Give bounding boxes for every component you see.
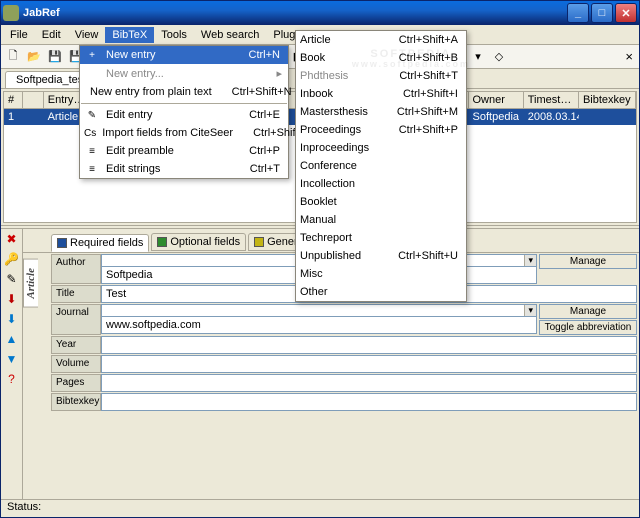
window-title: JabRef	[23, 7, 567, 19]
status-bar: Status:	[1, 499, 639, 517]
extra-icon[interactable]: ◇	[489, 47, 509, 67]
tab-required-fields[interactable]: Required fields	[51, 234, 149, 252]
tab-optional-fields[interactable]: Optional fields	[151, 233, 246, 251]
type-menu-phdthesis[interactable]: PhdthesisCtrl+Shift+T	[296, 67, 466, 85]
type-menu-manual[interactable]: Manual	[296, 211, 466, 229]
cell[interactable]: Softpedia	[469, 109, 524, 125]
maximize-button[interactable]: □	[591, 3, 613, 23]
col-icon[interactable]	[23, 92, 44, 108]
menu-view[interactable]: View	[68, 27, 106, 43]
type-menu-inproceedings[interactable]: Inproceedings	[296, 139, 466, 157]
type-menu-inbook[interactable]: InbookCtrl+Shift+I	[296, 85, 466, 103]
bibtex-menu-new-entry-[interactable]: New entry...▸	[80, 64, 288, 83]
cell[interactable]: 2008.03.14	[524, 109, 579, 125]
generate-key-icon[interactable]: 🔑	[4, 251, 20, 267]
journal-toggle-button[interactable]: Toggle abbreviation	[539, 320, 637, 335]
type-menu-proceedings[interactable]: ProceedingsCtrl+Shift+P	[296, 121, 466, 139]
push-dropdown-icon[interactable]: ▾	[468, 47, 488, 67]
type-menu-unpublished[interactable]: UnpublishedCtrl+Shift+U	[296, 247, 466, 265]
volume-label: Volume	[51, 355, 101, 373]
open-icon[interactable]: 📂	[24, 47, 44, 67]
menu-tools[interactable]: Tools	[154, 27, 194, 43]
bibtexkey-input[interactable]	[101, 393, 637, 411]
minimize-button[interactable]: _	[567, 3, 589, 23]
menu-file[interactable]: File	[3, 27, 35, 43]
bibtexkey-label: Bibtexkey	[51, 393, 101, 411]
year-input[interactable]	[101, 336, 637, 354]
type-menu-book[interactable]: BookCtrl+Shift+B	[296, 49, 466, 67]
bibtex-menu-import-fields-from-citeseer[interactable]: CsImport fields from CiteSeerCtrl+Shift+…	[80, 124, 288, 142]
type-menu-article[interactable]: ArticleCtrl+Shift+A	[296, 31, 466, 49]
journal-input[interactable]	[101, 316, 537, 334]
type-menu-booklet[interactable]: Booklet	[296, 193, 466, 211]
bibtex-menu-new-entry[interactable]: +New entryCtrl+N	[80, 46, 288, 64]
toolbar-close-icon[interactable]: ×	[621, 49, 637, 64]
author-manage-button[interactable]: Manage	[539, 254, 637, 269]
field-row-year: Year	[51, 336, 637, 354]
col-owner[interactable]: Owner	[469, 92, 524, 108]
autolink-icon[interactable]: ✎	[4, 271, 20, 287]
cell[interactable]	[579, 109, 636, 125]
bibtex-menu-edit-strings[interactable]: ≡Edit stringsCtrl+T	[80, 160, 288, 178]
cell[interactable]	[23, 109, 44, 125]
save-icon[interactable]: 💾	[45, 47, 65, 67]
new-db-icon[interactable]: 🗋	[3, 47, 23, 67]
journal-manage-button[interactable]: Manage	[539, 304, 637, 319]
bibtex-menu-edit-entry[interactable]: ✎Edit entryCtrl+E	[80, 106, 288, 124]
bibtex-dropdown-menu: +New entryCtrl+NNew entry...▸New entry f…	[79, 45, 289, 179]
field-row-pages: Pages	[51, 374, 637, 392]
editor-side-toolbar: ✖ 🔑 ✎ ⬇ ⬇ ▲ ▼ ?	[1, 229, 23, 499]
entry-type-submenu: ArticleCtrl+Shift+ABookCtrl+Shift+BPhdth…	[295, 30, 467, 302]
help-icon[interactable]: ?	[4, 371, 20, 387]
col-timesta-[interactable]: Timesta...	[524, 92, 579, 108]
store-icon[interactable]: ✖	[4, 231, 20, 247]
bibtex-menu-new-entry-from-plain-text[interactable]: New entry from plain textCtrl+Shift+N	[80, 83, 288, 101]
type-menu-other[interactable]: Other	[296, 283, 466, 301]
col-bibtexkey[interactable]: Bibtexkey	[579, 92, 636, 108]
cell[interactable]: 1	[4, 109, 23, 125]
type-menu-techreport[interactable]: Techreport	[296, 229, 466, 247]
type-menu-mastersthesis[interactable]: MastersthesisCtrl+Shift+M	[296, 103, 466, 121]
bibtex-menu-edit-preamble[interactable]: ≡Edit preambleCtrl+P	[80, 142, 288, 160]
field-row-bibtexkey: Bibtexkey	[51, 393, 637, 411]
type-menu-incollection[interactable]: Incollection	[296, 175, 466, 193]
close-button[interactable]: ✕	[615, 3, 637, 23]
journal-dropdown[interactable]	[101, 304, 537, 316]
field-row-volume: Volume	[51, 355, 637, 373]
title-label: Title	[51, 285, 101, 303]
field-row-journal: Journal ManageToggle abbreviation	[51, 304, 637, 335]
col--[interactable]: #	[4, 92, 23, 108]
prev-icon[interactable]: ▲	[4, 331, 20, 347]
app-icon	[3, 5, 19, 21]
entry-type-vertical-tab[interactable]: Article	[23, 259, 38, 308]
menu-bibtex[interactable]: BibTeX	[105, 27, 154, 43]
pages-label: Pages	[51, 374, 101, 392]
author-label: Author	[51, 254, 101, 284]
menu-edit[interactable]: Edit	[35, 27, 68, 43]
type-menu-misc[interactable]: Misc	[296, 265, 466, 283]
type-menu-conference[interactable]: Conference	[296, 157, 466, 175]
pdf-icon[interactable]: ⬇	[4, 291, 20, 307]
title-bar: JabRef _ □ ✕	[1, 1, 639, 25]
volume-input[interactable]	[101, 355, 637, 373]
write-icon[interactable]: ⬇	[4, 311, 20, 327]
year-label: Year	[51, 336, 101, 354]
pages-input[interactable]	[101, 374, 637, 392]
next-icon[interactable]: ▼	[4, 351, 20, 367]
menu-web-search[interactable]: Web search	[194, 27, 267, 43]
journal-label: Journal	[51, 304, 101, 335]
